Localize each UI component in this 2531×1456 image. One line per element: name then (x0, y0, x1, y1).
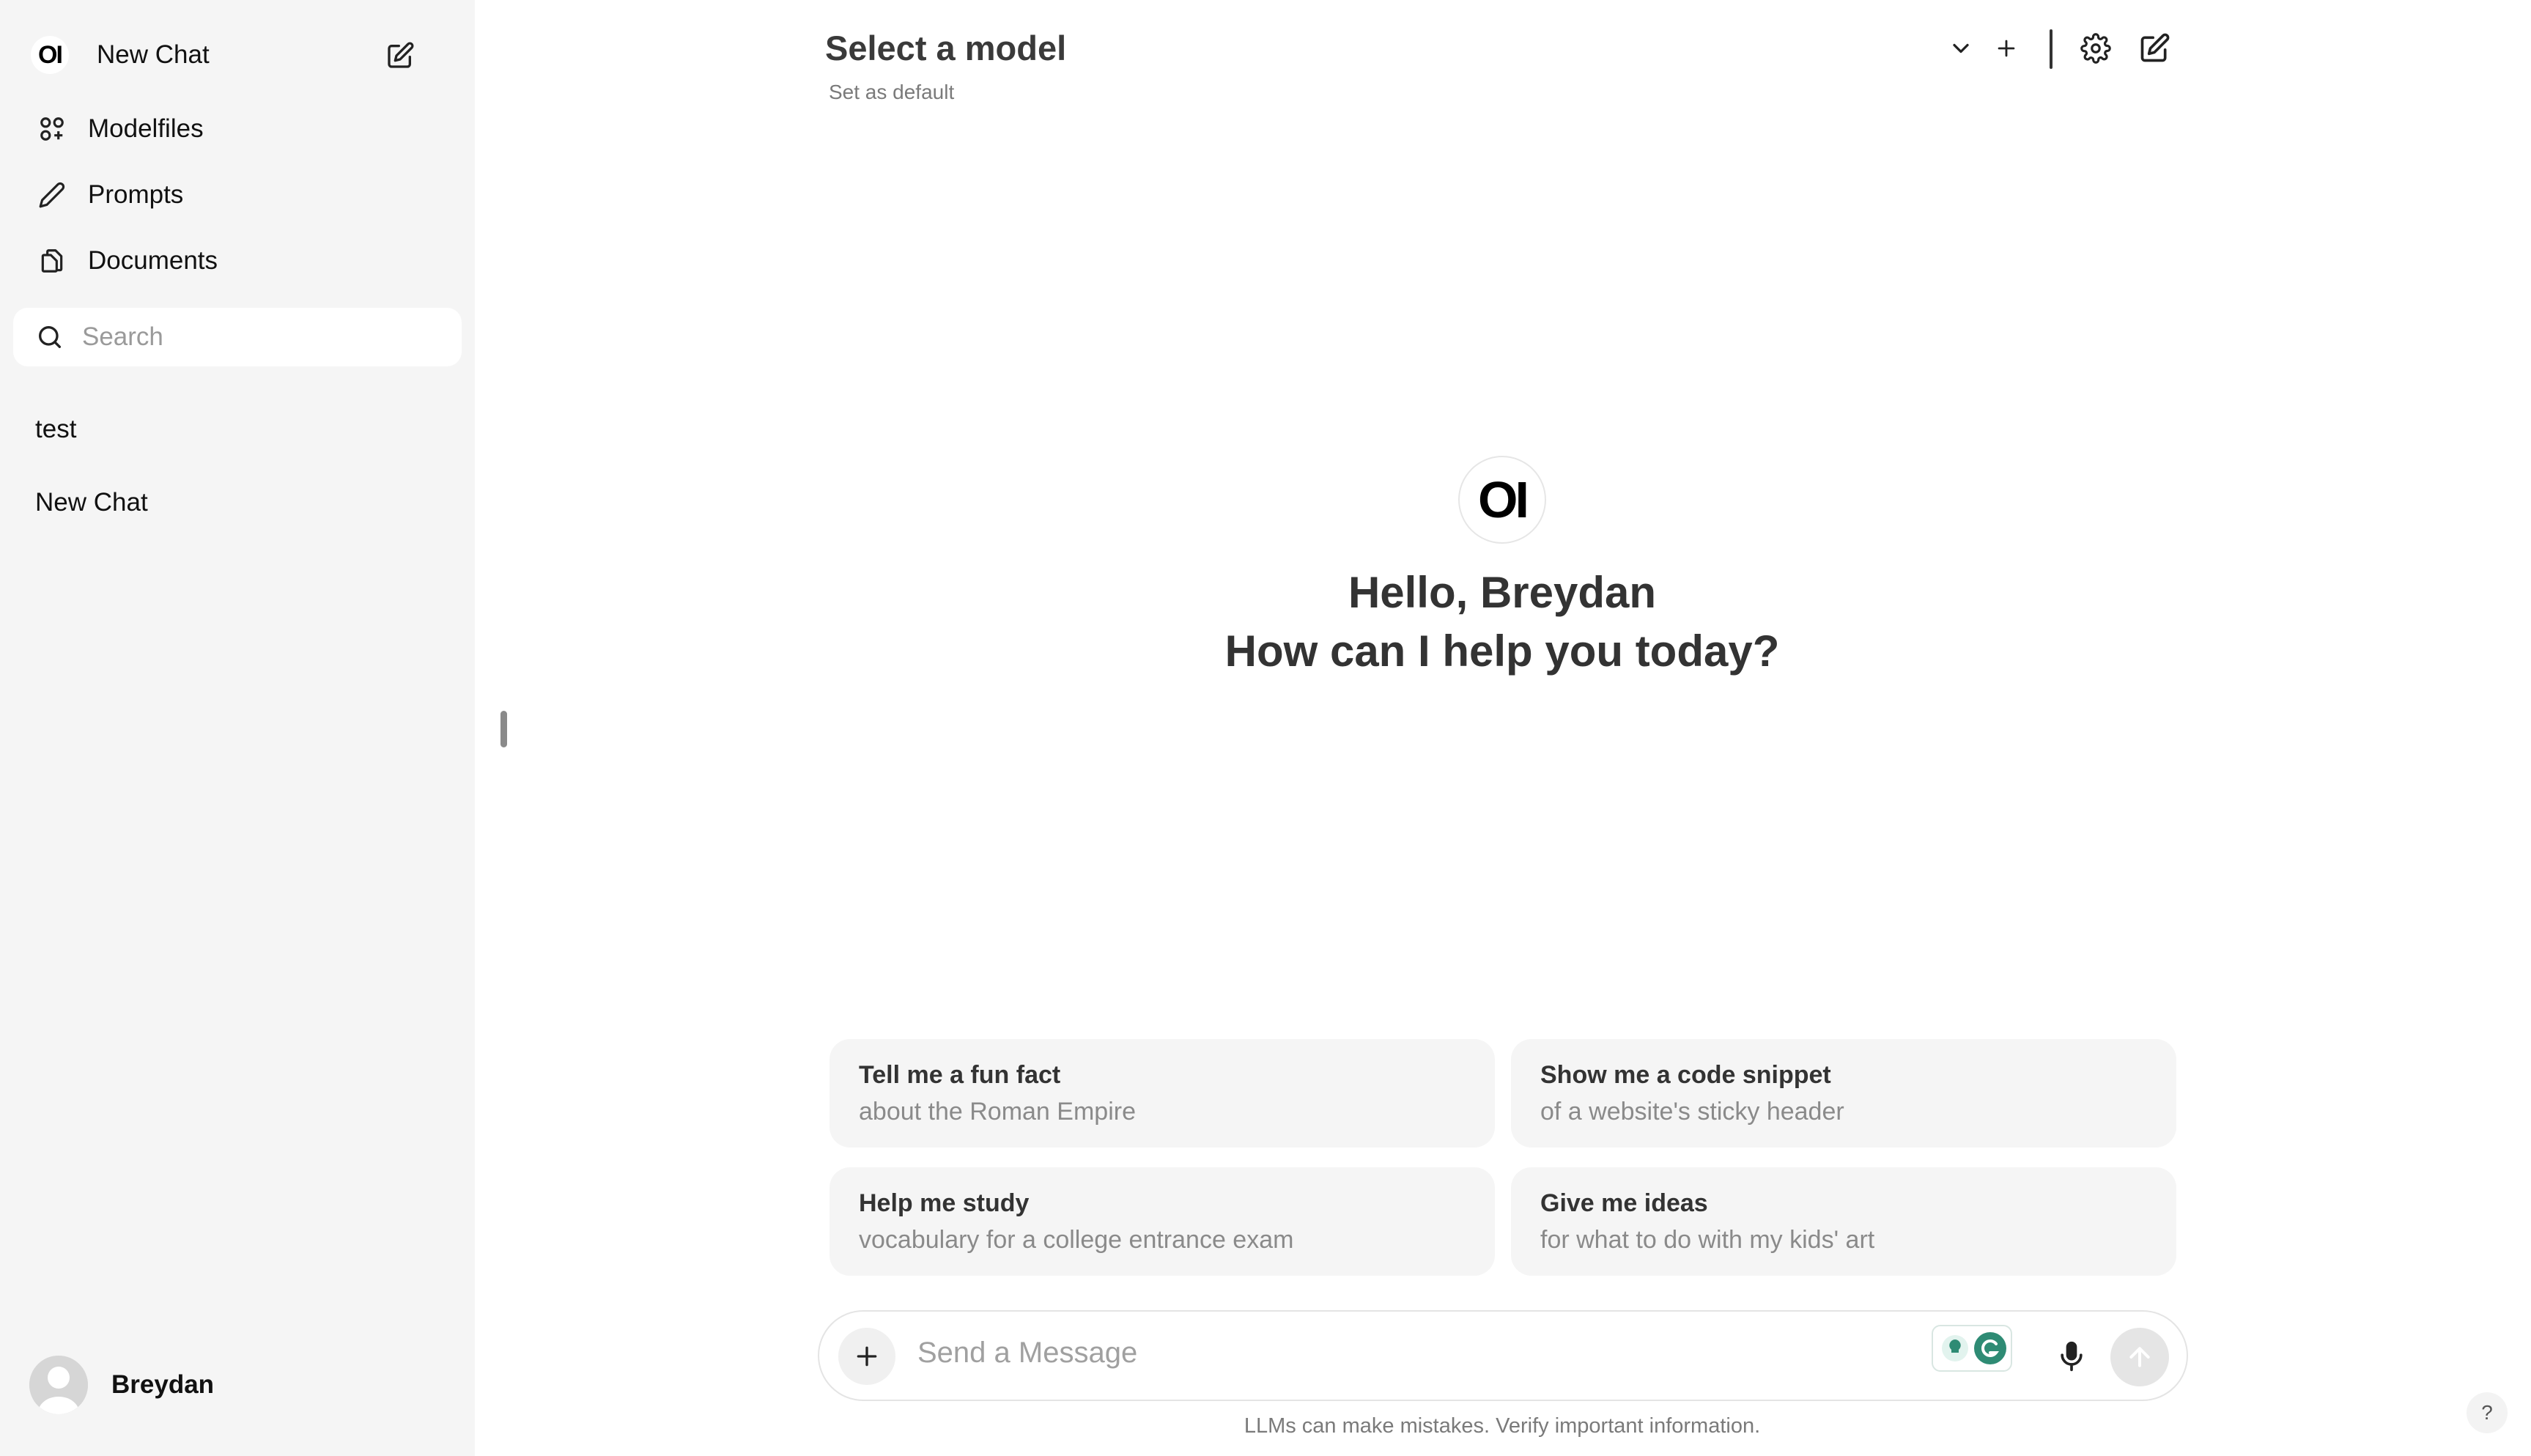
suggestion-title: Give me ideas (1540, 1189, 1708, 1217)
greeting-line-1: Hello, Breydan (1348, 568, 1657, 617)
sidebar-item-label: Modelfiles (88, 114, 204, 143)
add-model-plus-icon[interactable] (1987, 29, 2025, 67)
sidebar-item-documents[interactable]: Documents (16, 233, 456, 289)
suggestion-card[interactable]: Help me study vocabulary for a college e… (829, 1167, 1495, 1276)
documents-icon (37, 245, 67, 276)
greeting-line-2: How can I help you today? (1224, 627, 1780, 676)
search-input[interactable] (82, 322, 448, 352)
set-default-link[interactable]: Set as default (829, 81, 954, 104)
suggestion-card[interactable]: Give me ideas for what to do with my kid… (1511, 1167, 2176, 1276)
header-divider (2050, 29, 2052, 69)
new-chat-row[interactable]: OI New Chat (16, 26, 434, 84)
message-input[interactable] (917, 1337, 1870, 1370)
chat-history-item[interactable]: test (16, 402, 456, 457)
chat-title: New Chat (35, 488, 148, 517)
pencil-icon (37, 180, 67, 210)
suggestion-card[interactable]: Tell me a fun fact about the Roman Empir… (829, 1039, 1495, 1148)
suggestion-subtitle: about the Roman Empire (859, 1098, 1136, 1126)
suggestion-title: Show me a code snippet (1540, 1061, 1831, 1089)
suggestion-subtitle: of a website's sticky header (1540, 1098, 1844, 1126)
suggestion-subtitle: for what to do with my kids' art (1540, 1226, 1875, 1254)
app-logo: OI (31, 36, 69, 74)
search-box (13, 308, 462, 366)
message-composer (818, 1310, 2188, 1401)
sidebar-item-prompts[interactable]: Prompts (16, 167, 456, 223)
sidebar-item-label: Prompts (88, 180, 184, 209)
avatar (29, 1356, 88, 1414)
new-chat-label: New Chat (97, 40, 210, 69)
grammar-extension-badge[interactable] (1932, 1325, 2012, 1372)
sidebar-item-modelfiles[interactable]: Modelfiles (16, 101, 456, 157)
suggestion-card[interactable]: Show me a code snippet of a website's st… (1511, 1039, 2176, 1148)
sidebar-item-label: Documents (88, 246, 218, 275)
new-chat-edit-icon[interactable] (2135, 29, 2173, 67)
send-arrow-icon[interactable] (2110, 1328, 2169, 1386)
search-icon (34, 321, 66, 353)
model-selector[interactable]: Select a model (825, 28, 1066, 68)
help-button[interactable]: ? (2467, 1392, 2508, 1433)
sidebar: OI New Chat Modelfiles Prompts Documents… (0, 0, 475, 1456)
suggestion-title: Tell me a fun fact (859, 1061, 1061, 1089)
attach-plus-icon[interactable] (838, 1328, 895, 1385)
grid-plus-icon (37, 114, 67, 144)
gear-icon[interactable] (2077, 29, 2115, 67)
suggestion-subtitle: vocabulary for a college entrance exam (859, 1226, 1294, 1254)
user-name: Breydan (111, 1370, 215, 1399)
chevron-down-icon[interactable] (1942, 29, 1980, 67)
microphone-icon[interactable] (2050, 1335, 2093, 1378)
disclaimer-text: LLMs can make mistakes. Verify important… (1244, 1414, 1761, 1438)
assistant-logo: OI (1458, 456, 1546, 544)
user-menu[interactable]: Breydan (29, 1356, 214, 1414)
chat-history-item[interactable]: New Chat (16, 475, 456, 531)
suggestion-title: Help me study (859, 1189, 1030, 1217)
chat-title: test (35, 415, 77, 443)
sidebar-resize-handle[interactable] (500, 711, 507, 747)
new-chat-edit-icon[interactable] (385, 41, 415, 70)
